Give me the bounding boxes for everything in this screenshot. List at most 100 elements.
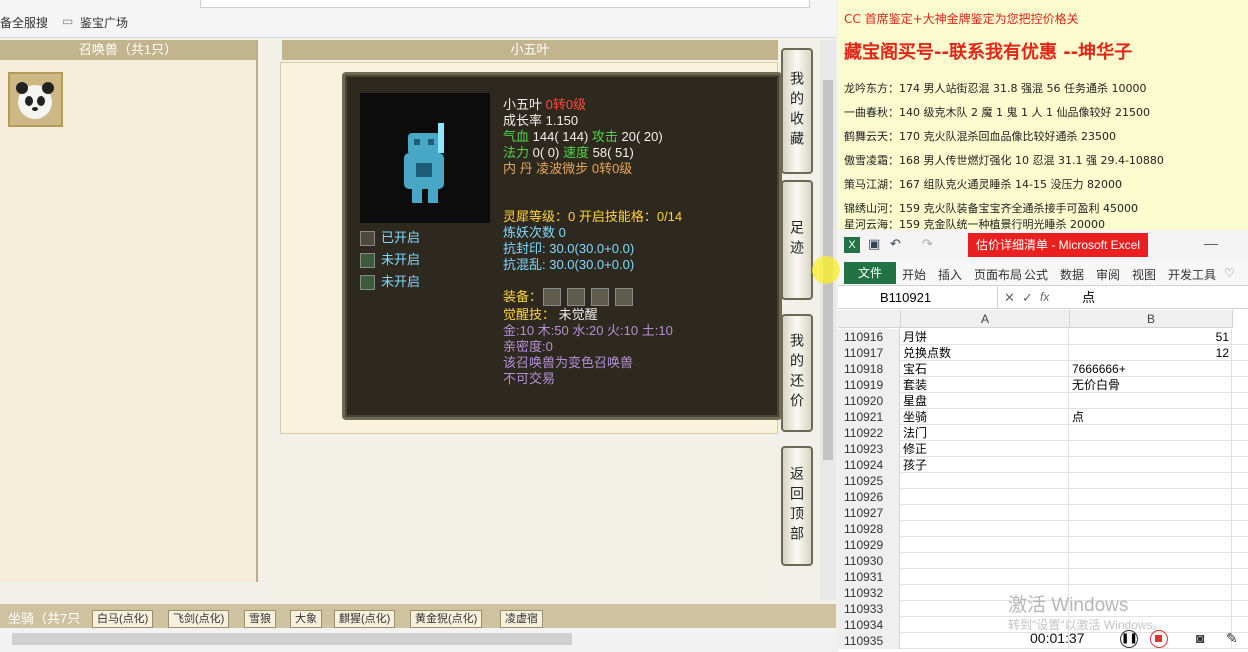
table-row[interactable]: 110928 (838, 521, 1248, 537)
row-number[interactable]: 110935 (838, 633, 900, 649)
url-bar[interactable] (200, 0, 810, 8)
cell-b[interactable] (1070, 505, 1232, 521)
ribbon-tab[interactable]: 页面布局 (974, 266, 1022, 283)
cell-a[interactable] (901, 537, 1069, 553)
footprint-button[interactable]: 足迹 (781, 180, 813, 300)
cell-a[interactable] (901, 553, 1069, 569)
row-number[interactable]: 110928 (838, 521, 900, 537)
my-counteroffer-button[interactable]: 我的还价 (781, 314, 813, 432)
row-number[interactable]: 110920 (838, 393, 900, 409)
cell-a[interactable]: 月饼 (901, 329, 1069, 345)
ribbon-tab[interactable]: 公式 (1024, 266, 1048, 283)
cell-b[interactable]: 无价白骨 (1070, 377, 1232, 393)
cell-b[interactable] (1070, 569, 1232, 585)
table-row[interactable]: 110921 坐骑点 (838, 409, 1248, 425)
cell-b[interactable]: 点 (1070, 409, 1232, 425)
mount-tab[interactable]: 麒猩(点化) (334, 610, 396, 628)
cell-b[interactable]: 7666666+ (1070, 361, 1232, 377)
cell-a[interactable]: 修正 (901, 441, 1069, 457)
undo-icon[interactable]: ↶ (890, 236, 901, 252)
file-tab[interactable]: 文件 (844, 262, 896, 284)
corner-cell[interactable] (838, 310, 901, 328)
table-row[interactable]: 110918 宝石 7666666+ (838, 361, 1248, 377)
ribbon-tab[interactable]: 开发工具 (1168, 266, 1216, 283)
row-number[interactable]: 110923 (838, 441, 900, 457)
cell-b[interactable] (1070, 473, 1232, 489)
mount-tab[interactable]: 大象 (290, 610, 322, 628)
formula-input[interactable]: 点 (1082, 287, 1095, 309)
row-number[interactable]: 110934 (838, 617, 900, 633)
row-number[interactable]: 110929 (838, 537, 900, 553)
pen-icon[interactable]: ✎ (1226, 630, 1238, 647)
table-row[interactable]: 110919 套装 无价白骨 (838, 377, 1248, 393)
cell-a[interactable]: 兑换点数 (901, 345, 1069, 361)
row-number[interactable]: 110930 (838, 553, 900, 569)
confirm-icon[interactable]: ✓ (1022, 290, 1033, 306)
table-row[interactable]: 110924 孩子 (838, 457, 1248, 473)
row-number[interactable]: 110927 (838, 505, 900, 521)
cell-b[interactable] (1070, 521, 1232, 537)
save-icon[interactable]: ▣ (868, 236, 880, 252)
column-header-a[interactable]: A (901, 310, 1070, 328)
table-row[interactable]: 110929 (838, 537, 1248, 553)
cell-b[interactable] (1070, 425, 1232, 441)
table-row[interactable]: 110920 星盘 (838, 393, 1248, 409)
row-number[interactable]: 110922 (838, 425, 900, 441)
cell-b[interactable] (1070, 441, 1232, 457)
cell-b[interactable] (1070, 537, 1232, 553)
ribbon-tab[interactable]: 插入 (938, 266, 962, 283)
mount-tab[interactable]: 凌虚宿 (500, 610, 543, 628)
cancel-icon[interactable]: ✕ (1004, 290, 1015, 306)
row-number[interactable]: 110918 (838, 361, 900, 377)
row-number[interactable]: 110932 (838, 585, 900, 601)
horizontal-scrollbar[interactable] (0, 628, 836, 652)
row-number[interactable]: 110925 (838, 473, 900, 489)
my-favorites-button[interactable]: 我的收藏 (781, 48, 813, 174)
cell-a[interactable] (901, 521, 1069, 537)
row-number[interactable]: 110926 (838, 489, 900, 505)
skill-slot-icon[interactable] (360, 231, 375, 246)
cell-a[interactable] (901, 489, 1069, 505)
function-icon[interactable]: fx (1040, 290, 1049, 304)
cell-a[interactable]: 套装 (901, 377, 1069, 393)
cell-a[interactable]: 星盘 (901, 393, 1069, 409)
row-number[interactable]: 110933 (838, 601, 900, 617)
bookmark-link[interactable]: 备全服搜 (0, 14, 48, 31)
table-row[interactable]: 110930 (838, 553, 1248, 569)
camera-icon[interactable]: ◙ (1196, 630, 1204, 646)
record-stop-icon[interactable] (1150, 630, 1168, 648)
row-number[interactable]: 110916 (838, 329, 900, 345)
mount-tab[interactable]: 雪狼 (244, 610, 276, 628)
column-header-b[interactable]: B (1070, 310, 1233, 328)
table-row[interactable]: 110931 (838, 569, 1248, 585)
ribbon-tab[interactable]: 数据 (1060, 266, 1084, 283)
cell-b[interactable] (1070, 489, 1232, 505)
name-box[interactable]: B110921 (838, 287, 998, 309)
equip-slot[interactable] (543, 288, 561, 306)
cell-a[interactable] (901, 473, 1069, 489)
minimize-icon[interactable]: — (1204, 235, 1218, 251)
vertical-scrollbar[interactable] (820, 40, 836, 600)
table-row[interactable]: 110925 (838, 473, 1248, 489)
ribbon-tab[interactable]: 开始 (902, 266, 926, 283)
cell-b[interactable]: 51 (1070, 329, 1232, 345)
equip-slot[interactable] (615, 288, 633, 306)
redo-icon[interactable]: ↷ (922, 236, 933, 252)
scrollbar-thumb[interactable] (12, 633, 572, 645)
cell-b[interactable] (1070, 393, 1232, 409)
skill-slot-icon[interactable] (360, 275, 375, 290)
row-number[interactable]: 110931 (838, 569, 900, 585)
table-row[interactable]: 110917 兑换点数 12 (838, 345, 1248, 361)
pet-avatar[interactable] (8, 72, 63, 127)
cell-a[interactable] (901, 569, 1069, 585)
mount-tab[interactable]: 黄金猊(点化) (410, 610, 483, 628)
row-number[interactable]: 110919 (838, 377, 900, 393)
row-number[interactable]: 110917 (838, 345, 900, 361)
mount-tab[interactable]: 白马(点化) (92, 610, 154, 628)
ribbon-tab[interactable]: 视图 (1132, 266, 1156, 283)
equip-slot[interactable] (567, 288, 585, 306)
cell-b[interactable] (1070, 553, 1232, 569)
row-number[interactable]: 110924 (838, 457, 900, 473)
cell-b[interactable] (1070, 457, 1232, 473)
table-row[interactable]: 110916 月饼 51 (838, 329, 1248, 345)
